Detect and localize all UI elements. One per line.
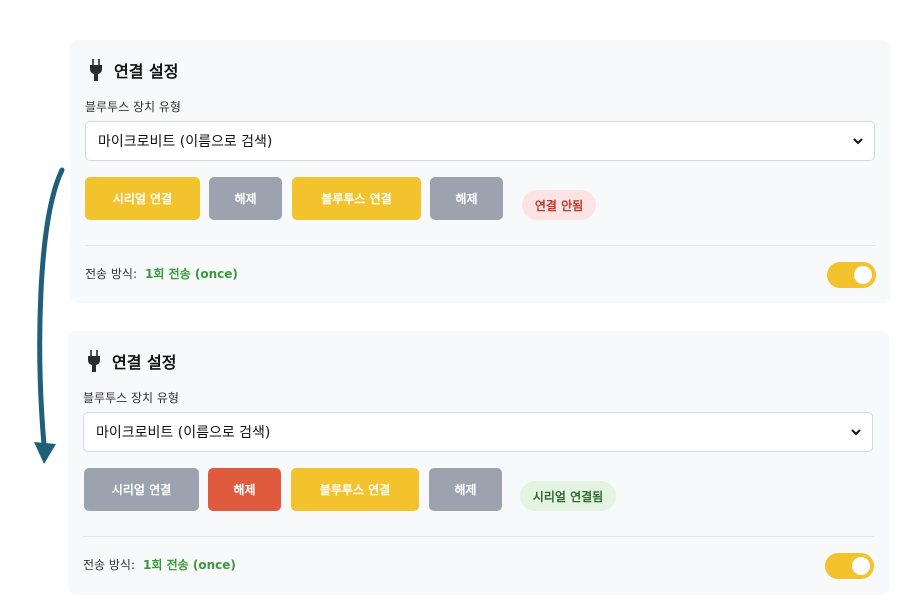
divider [85, 245, 876, 246]
toggle-knob [852, 557, 870, 575]
plug-icon [88, 350, 100, 372]
serial-disconnect-button[interactable]: 해제 [208, 468, 281, 511]
transfer-mode-value: 1회 전송 (once) [143, 558, 236, 572]
device-type-selected-value: 마이크로비트 (이름으로 검색) [96, 425, 271, 441]
bluetooth-connect-button[interactable]: 블루투스 연결 [292, 177, 421, 220]
bluetooth-disconnect-button[interactable]: 해제 [429, 468, 502, 511]
device-type-select[interactable]: 마이크로비트 (이름으로 검색) [83, 412, 873, 452]
connection-settings-panel-after: 연결 설정 블루투스 장치 유형 마이크로비트 (이름으로 검색) 시리얼 연결… [68, 331, 889, 595]
panel-title-text: 연결 설정 [114, 62, 179, 81]
chevron-down-icon [853, 138, 863, 145]
divider [83, 536, 874, 537]
transfer-mode-label: 전송 방식: [83, 558, 136, 572]
panel-title: 연결 설정 [88, 58, 178, 82]
serial-disconnect-button[interactable]: 해제 [209, 177, 282, 220]
connection-settings-panel-before: 연결 설정 블루투스 장치 유형 마이크로비트 (이름으로 검색) 시리얼 연결… [70, 40, 891, 303]
panel-title: 연결 설정 [86, 349, 176, 373]
bluetooth-connect-button[interactable]: 블루투스 연결 [291, 468, 419, 511]
bluetooth-disconnect-button[interactable]: 해제 [430, 177, 503, 220]
device-type-selected-value: 마이크로비트 (이름으로 검색) [98, 134, 273, 150]
transition-arrow-icon [34, 167, 65, 464]
transfer-mode-value: 1회 전송 (once) [145, 267, 238, 281]
panel-title-text: 연결 설정 [112, 353, 177, 372]
transfer-mode-label: 전송 방식: [85, 267, 138, 281]
device-type-label: 블루투스 장치 유형 [83, 391, 179, 405]
device-type-select[interactable]: 마이크로비트 (이름으로 검색) [85, 121, 875, 161]
chevron-down-icon [851, 429, 861, 436]
connection-status-badge: 시리얼 연결됨 [520, 481, 616, 511]
transfer-mode: 전송 방식: 1회 전송 (once) [83, 556, 236, 573]
plug-icon [90, 59, 102, 81]
transfer-mode-toggle[interactable] [827, 262, 876, 288]
device-type-label: 블루투스 장치 유형 [85, 100, 181, 114]
transfer-mode-toggle[interactable] [825, 553, 874, 579]
connection-status-badge: 연결 안됨 [522, 190, 596, 220]
serial-connect-button[interactable]: 시리얼 연결 [84, 468, 199, 511]
toggle-knob [854, 266, 872, 284]
serial-connect-button[interactable]: 시리얼 연결 [85, 177, 200, 220]
transfer-mode: 전송 방식: 1회 전송 (once) [85, 265, 238, 282]
